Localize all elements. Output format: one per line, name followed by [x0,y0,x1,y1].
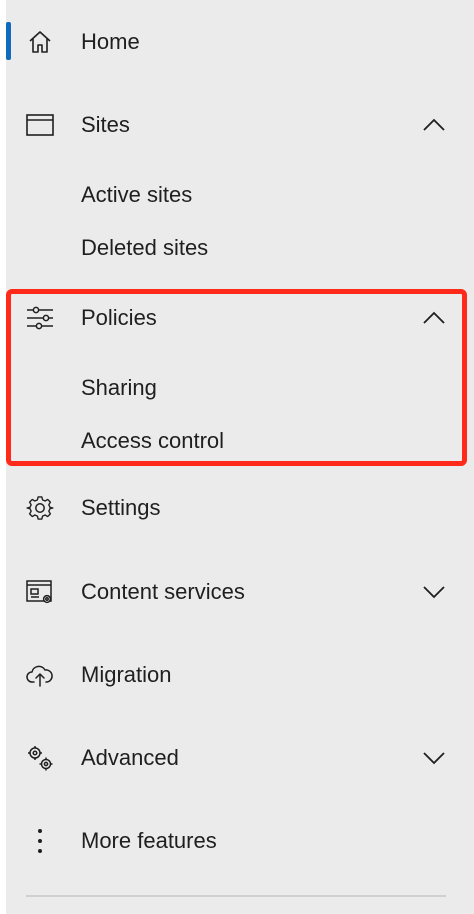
nav-item-content-services[interactable]: Content services [6,564,474,620]
chevron-down-icon[interactable] [420,578,448,606]
nav-item-home[interactable]: Home [6,14,474,70]
nav-divider [26,895,446,897]
nav-item-advanced-label: Advanced [81,745,179,770]
nav-item-content-services-label: Content services [81,579,245,604]
sub-item-deleted-sites[interactable]: Deleted sites [81,228,208,268]
gear-icon [24,492,56,524]
nav-item-settings-label: Settings [81,495,161,520]
nav-item-advanced[interactable]: Advanced [6,730,474,786]
nav-item-policies-label: Policies [81,305,157,330]
chevron-down-icon[interactable] [420,744,448,772]
chevron-up-icon[interactable] [420,304,448,332]
chevron-up-icon[interactable] [420,111,448,139]
sliders-icon [24,302,56,334]
content-services-icon [24,576,56,608]
nav-item-home-label: Home [81,29,140,54]
cloud-upload-icon [24,659,56,691]
nav-item-sites-label: Sites [81,112,130,137]
nav-item-migration-label: Migration [81,662,172,687]
nav-item-more-features[interactable]: More features [6,813,474,869]
app-frame: Home Sites Active sites Deleted sites Po… [0,0,474,914]
left-navigation: Home Sites Active sites Deleted sites Po… [6,0,474,914]
home-icon [24,26,56,58]
nav-item-sites[interactable]: Sites [6,97,474,153]
sub-item-sharing[interactable]: Sharing [81,368,157,408]
browser-window-icon [24,109,56,141]
nav-item-migration[interactable]: Migration [6,647,474,703]
gears-icon [24,742,56,774]
sub-item-active-sites[interactable]: Active sites [81,175,192,215]
nav-item-policies[interactable]: Policies [6,290,474,346]
nav-item-more-features-label: More features [81,828,217,853]
sub-item-access-control[interactable]: Access control [81,421,224,461]
nav-item-settings[interactable]: Settings [6,480,474,536]
more-vertical-icon [24,825,56,857]
